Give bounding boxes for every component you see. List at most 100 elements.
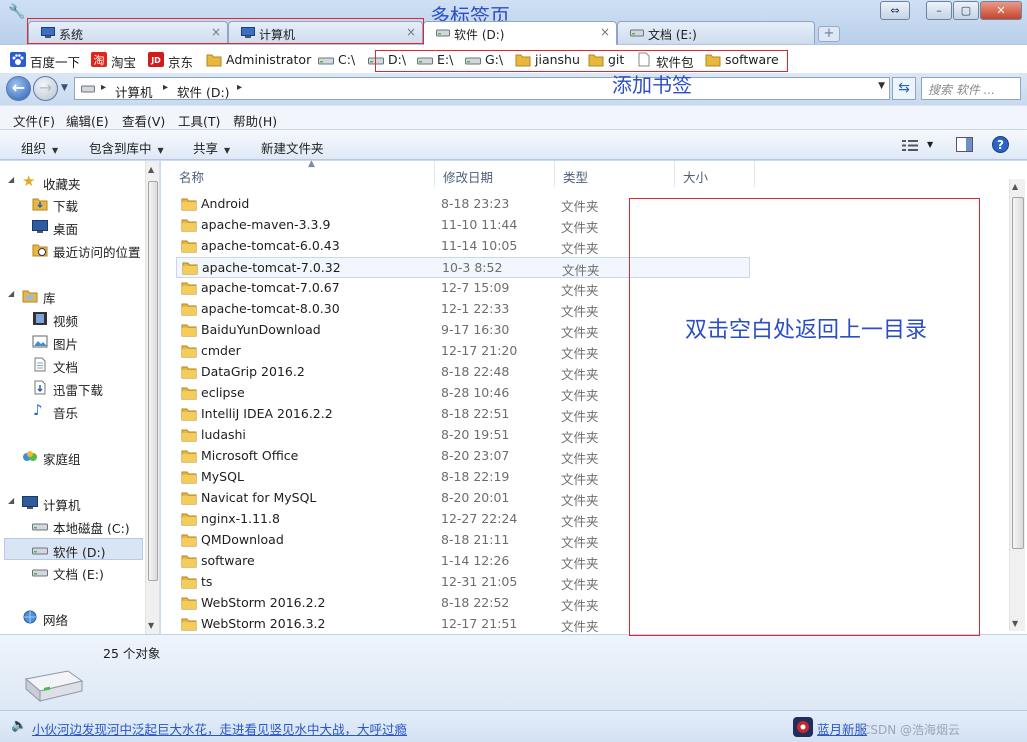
file-row[interactable]: software 1-14 12:26 文件夹 <box>176 551 750 572</box>
nav-documents[interactable]: 文档 <box>0 354 143 376</box>
file-row[interactable]: Android 8-18 23:23 文件夹 <box>176 194 750 215</box>
tab-computer[interactable]: 计算机 × <box>228 21 423 44</box>
scrollbar-thumb[interactable] <box>1012 197 1024 549</box>
game-ad-link[interactable]: 蓝月新服 <box>817 719 867 738</box>
forward-button[interactable]: → <box>33 76 58 101</box>
nav-recent[interactable]: 最近访问的位置 <box>0 239 143 261</box>
file-row[interactable]: MySQL 8-18 22:19 文件夹 <box>176 467 750 488</box>
help-icon[interactable]: ? <box>992 136 1009 153</box>
history-dropdown-icon[interactable]: ▼ <box>61 83 68 93</box>
file-row[interactable]: ts 12-31 21:05 文件夹 <box>176 572 750 593</box>
column-header-size[interactable]: 大小 <box>675 161 755 187</box>
nav-computer[interactable]: ◢ 计算机 <box>0 492 143 514</box>
menu-file[interactable]: 文件(F) <box>13 111 55 130</box>
chevron-down-icon[interactable]: ◢ <box>8 289 14 298</box>
search-input[interactable]: 搜索 软件 ... <box>921 77 1021 100</box>
nav-homegroup[interactable]: 家庭组 <box>0 446 143 468</box>
file-row[interactable]: ludashi 8-20 19:51 文件夹 <box>176 425 750 446</box>
nav-scrollbar[interactable]: ▲ ▼ <box>145 161 159 634</box>
file-row[interactable]: Microsoft Office 8-20 23:07 文件夹 <box>176 446 750 467</box>
file-row[interactable]: DataGrip 2016.2 8-18 22:48 文件夹 <box>176 362 750 383</box>
close-icon[interactable]: × <box>406 25 416 39</box>
file-row[interactable]: WebStorm 2016.2.2 8-18 22:52 文件夹 <box>176 593 750 614</box>
scroll-up-icon[interactable]: ▲ <box>148 165 154 174</box>
chevron-down-icon[interactable]: ◢ <box>8 496 14 505</box>
bookmark-administrator[interactable]: Administrator <box>206 52 311 68</box>
bookmark-software[interactable]: software <box>705 52 779 68</box>
file-row[interactable]: apache-tomcat-7.0.32 10-3 8:52 文件夹 <box>176 257 750 278</box>
menu-view[interactable]: 查看(V) <box>122 111 165 130</box>
nav-drive-c[interactable]: 本地磁盘 (C:) <box>0 515 143 537</box>
chevron-right-icon[interactable]: ▸ <box>101 82 106 93</box>
bookmark-g[interactable]: G:\ <box>465 52 503 68</box>
wrench-icon[interactable]: 🔧 <box>8 4 25 20</box>
game-icon[interactable] <box>793 717 813 737</box>
view-options-icon[interactable] <box>902 139 918 152</box>
chevron-right-icon[interactable]: ▸ <box>163 82 168 93</box>
bookmark-taobao[interactable]: 淘 淘宝 <box>91 52 136 70</box>
news-ticker-link[interactable]: 小伙河边发现河中泛起巨大水花，走进看见竖见水中大战，大呼过瘾 <box>32 719 407 738</box>
column-header-type[interactable]: 类型 <box>555 161 675 187</box>
file-row[interactable]: eclipse 8-28 10:46 文件夹 <box>176 383 750 404</box>
nav-pictures[interactable]: 图片 <box>0 331 143 353</box>
address-bar[interactable]: ▸ 计算机 ▸ 软件 (D:) ▸ ▼ <box>74 77 890 100</box>
nav-favorites[interactable]: ◢ ★ 收藏夹 <box>0 171 143 193</box>
include-library-button[interactable]: 包含到库中 ▼ <box>89 138 164 157</box>
file-row[interactable]: apache-tomcat-8.0.30 12-1 22:33 文件夹 <box>176 299 750 320</box>
nav-downloads[interactable]: 下载 <box>0 193 143 215</box>
chevron-down-icon[interactable]: ▼ <box>878 81 885 91</box>
tab-system[interactable]: 系统 × <box>28 21 228 44</box>
file-row[interactable]: QMDownload 8-18 21:11 文件夹 <box>176 530 750 551</box>
nav-xunlei[interactable]: 迅雷下载 <box>0 377 143 399</box>
breadcrumb-soft-d[interactable]: 软件 (D:) <box>177 82 230 101</box>
close-icon[interactable]: × <box>600 25 610 39</box>
chevron-down-icon[interactable]: ▼ <box>927 140 933 149</box>
scroll-down-icon[interactable]: ▼ <box>148 621 154 630</box>
file-row[interactable]: cmder 12-17 21:20 文件夹 <box>176 341 750 362</box>
column-header-name[interactable]: ▲ 名称 <box>171 159 435 187</box>
nav-libraries[interactable]: ◢ 库 <box>0 285 143 307</box>
bookmark-baidu[interactable]: 百度一下 <box>10 52 80 70</box>
share-button[interactable]: 共享 ▼ <box>193 138 230 157</box>
bookmark-c[interactable]: C:\ <box>318 52 355 68</box>
bookmark-git[interactable]: git <box>588 52 624 68</box>
maximize-button[interactable]: ▢ <box>953 1 979 20</box>
bookmark-jd[interactable]: JD 京东 <box>148 52 193 70</box>
bookmark-d[interactable]: D:\ <box>368 52 406 68</box>
new-tab-button[interactable]: + <box>818 26 840 42</box>
menu-edit[interactable]: 编辑(E) <box>66 111 109 130</box>
file-list-scrollbar[interactable]: ▲ ▼ <box>1009 179 1025 631</box>
tab-doc-e[interactable]: 文档 (E:) <box>617 21 815 44</box>
chevron-right-icon[interactable]: ▸ <box>237 82 242 93</box>
file-row[interactable]: apache-tomcat-6.0.43 11-14 10:05 文件夹 <box>176 236 750 257</box>
file-list-pane[interactable]: ▲ 名称 修改日期 类型 大小 Android 8-18 23:23 文件夹 apac… <box>161 159 1027 635</box>
scroll-down-icon[interactable]: ▼ <box>1012 619 1018 628</box>
chevron-down-icon[interactable]: ◢ <box>8 175 14 184</box>
new-folder-button[interactable]: 新建文件夹 <box>261 138 324 157</box>
nav-videos[interactable]: 视频 <box>0 308 143 330</box>
nav-desktop[interactable]: 桌面 <box>0 216 143 238</box>
file-row[interactable]: nginx-1.11.8 12-27 22:24 文件夹 <box>176 509 750 530</box>
scrollbar-thumb[interactable] <box>148 181 158 581</box>
menu-help[interactable]: 帮助(H) <box>233 111 277 130</box>
preview-pane-icon[interactable] <box>956 137 973 152</box>
bookmark-e[interactable]: E:\ <box>417 52 453 68</box>
file-row[interactable]: apache-maven-3.3.9 11-10 11:44 文件夹 <box>176 215 750 236</box>
menu-tools[interactable]: 工具(T) <box>178 111 220 130</box>
file-row[interactable]: WebStorm 2016.3.2 12-17 21:51 文件夹 <box>176 614 750 635</box>
file-row[interactable]: Navicat for MySQL 8-20 20:01 文件夹 <box>176 488 750 509</box>
minimize-button[interactable]: – <box>926 1 952 20</box>
back-button[interactable]: ← <box>6 76 31 101</box>
file-row[interactable]: BaiduYunDownload 9-17 16:30 文件夹 <box>176 320 750 341</box>
nav-drive-e[interactable]: 文档 (E:) <box>0 561 143 583</box>
nav-network[interactable]: 网络 <box>0 607 143 629</box>
refresh-button[interactable]: ⇆ <box>892 77 916 100</box>
restore-tabs-button[interactable]: ⇔ <box>880 1 910 20</box>
breadcrumb-computer[interactable]: 计算机 <box>115 82 153 101</box>
scroll-up-icon[interactable]: ▲ <box>1012 182 1018 191</box>
nav-drive-d[interactable]: 软件 (D:) <box>4 538 143 560</box>
file-row[interactable]: apache-tomcat-7.0.67 12-7 15:09 文件夹 <box>176 278 750 299</box>
tab-soft-d[interactable]: 软件 (D:) × <box>423 21 617 45</box>
nav-music[interactable]: ♪ 音乐 <box>0 400 143 422</box>
close-icon[interactable]: × <box>211 25 221 39</box>
